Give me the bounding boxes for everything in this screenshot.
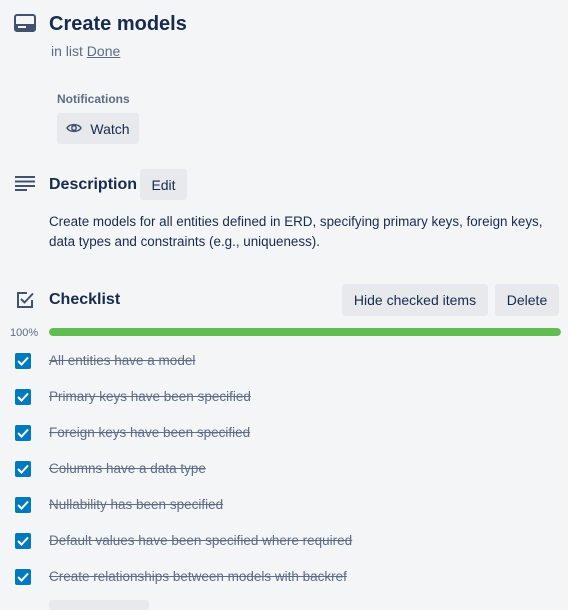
checkbox[interactable]: [15, 389, 31, 405]
checkbox[interactable]: [15, 533, 31, 549]
checklist-heading[interactable]: Checklist: [49, 290, 120, 310]
checkbox[interactable]: [15, 353, 31, 369]
checklist-item[interactable]: Columns have a data type: [0, 450, 568, 486]
watch-label: Watch: [90, 120, 130, 137]
checklist-item[interactable]: All entities have a model: [0, 342, 568, 378]
checklist-item-label[interactable]: Nullability has been specified: [49, 496, 223, 514]
edit-description-button[interactable]: Edit: [140, 169, 187, 200]
checkmark-icon: [17, 536, 29, 546]
checklist-item[interactable]: Nullability has been specified: [0, 486, 568, 522]
watch-button[interactable]: Watch: [57, 113, 139, 144]
delete-checklist-button[interactable]: Delete: [495, 284, 559, 316]
checklist-icon: [15, 290, 35, 310]
description-icon: [15, 175, 35, 191]
checklist-item-label[interactable]: Create relationships between models with…: [49, 568, 347, 586]
checklist-item-label[interactable]: Columns have a data type: [49, 460, 206, 478]
checkbox[interactable]: [15, 461, 31, 477]
notifications-label: Notifications: [57, 92, 130, 106]
progress-bar-fill: [49, 328, 561, 336]
card-title[interactable]: Create models: [49, 10, 187, 38]
card-icon: [14, 14, 36, 32]
checkbox[interactable]: [15, 569, 31, 585]
checklist-item-label[interactable]: Primary keys have been specified: [49, 388, 251, 406]
description-heading: Description: [49, 176, 138, 193]
progress-bar: [49, 328, 561, 336]
checkmark-icon: [17, 392, 29, 402]
in-list-prefix: in list: [51, 43, 83, 59]
progress-percentage: 100%: [10, 327, 39, 339]
checkmark-icon: [17, 356, 29, 366]
checklist-items: All entities have a model Primary keys h…: [0, 342, 568, 594]
checklist-item[interactable]: Foreign keys have been specified: [0, 414, 568, 450]
checklist-item[interactable]: Default values have been specified where…: [0, 522, 568, 558]
checkmark-icon: [17, 464, 29, 474]
checklist-item[interactable]: Create relationships between models with…: [0, 558, 568, 594]
hide-checked-items-button[interactable]: Hide checked items: [342, 284, 488, 316]
checklist-item-label[interactable]: Foreign keys have been specified: [49, 424, 250, 442]
checkmark-icon: [17, 428, 29, 438]
card-list-info: in list Done: [51, 42, 120, 60]
list-link[interactable]: Done: [87, 43, 120, 59]
eye-icon: [66, 121, 83, 137]
checklist-item[interactable]: Primary keys have been specified: [0, 378, 568, 414]
checklist-item-label[interactable]: Default values have been specified where…: [49, 532, 352, 550]
checkmark-icon: [17, 500, 29, 510]
checklist-item-label[interactable]: All entities have a model: [49, 352, 195, 370]
checkbox[interactable]: [15, 425, 31, 441]
description-text[interactable]: Create models for all entities defined i…: [49, 212, 564, 252]
checkmark-icon: [17, 572, 29, 582]
add-item-button[interactable]: [49, 600, 149, 610]
checkbox[interactable]: [15, 497, 31, 513]
